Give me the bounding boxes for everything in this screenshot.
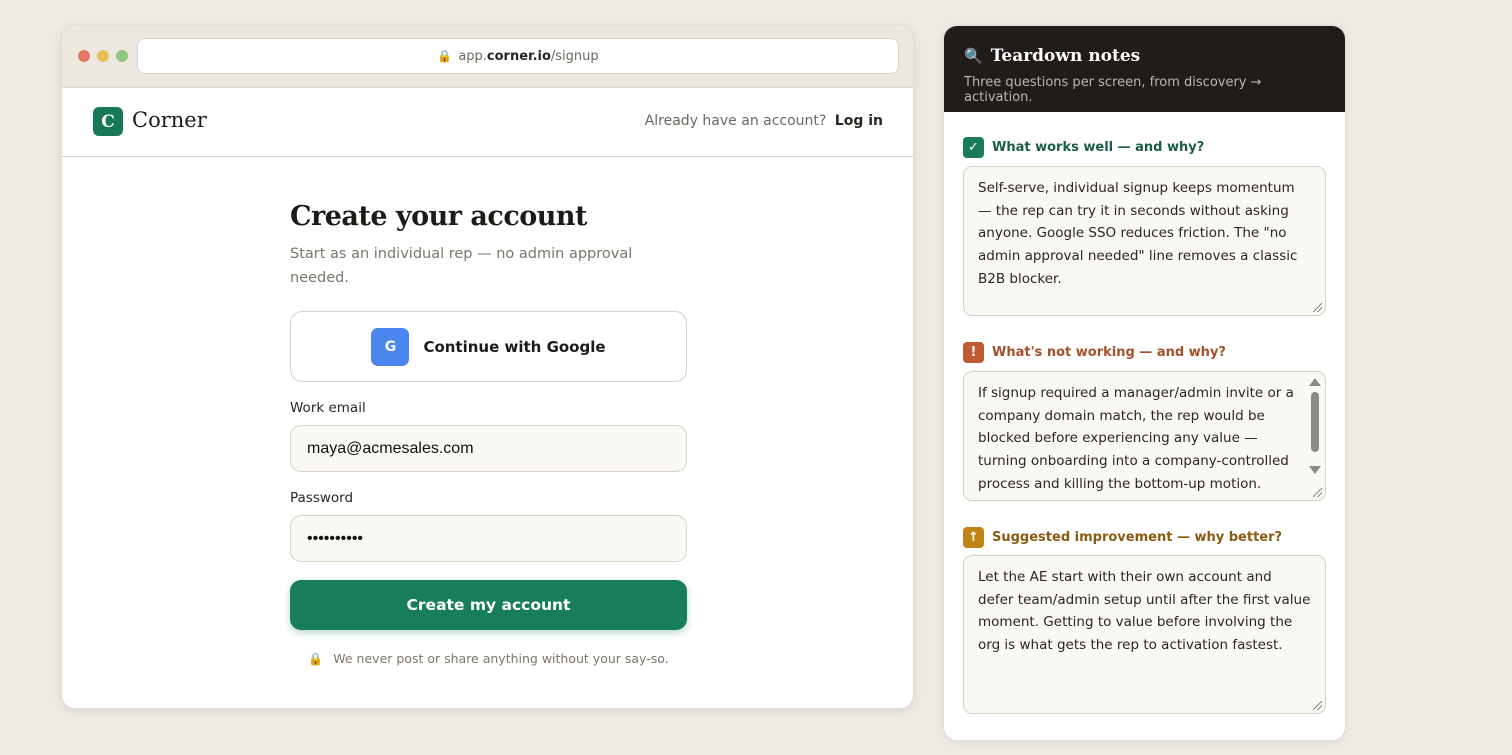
url-path: /signup <box>550 48 599 64</box>
logo-name: Corner <box>132 108 207 132</box>
answer-not-working-textarea[interactable]: If signup required a manager/admin invit… <box>963 371 1326 501</box>
question-improvement: ↑ Suggested improvement — why better? <box>963 527 1282 548</box>
notes-subtitle: Three questions per screen, from discove… <box>964 75 1262 105</box>
notes-title-row: 🔍 Teardown notes <box>964 46 1325 66</box>
magnifier-icon: 🔍 <box>964 47 983 65</box>
answer-text: Let the AE start with their own account … <box>978 569 1311 654</box>
notes-header: 🔍 Teardown notes Three questions per scr… <box>944 26 1345 112</box>
answer-text: If signup required a manager/admin invit… <box>978 385 1294 492</box>
close-window-button[interactable] <box>78 50 90 62</box>
maximize-window-button[interactable] <box>116 50 128 62</box>
question-label: Suggested improvement — why better? <box>992 530 1283 545</box>
resize-handle-icon[interactable] <box>1313 701 1322 710</box>
scrollbar-thumb[interactable] <box>1311 392 1319 452</box>
scroll-down-icon[interactable] <box>1309 466 1321 474</box>
answer-improvement-textarea[interactable]: Let the AE start with their own account … <box>963 555 1326 714</box>
page-subtitle: Start as an individual rep — no admin ap… <box>290 246 633 286</box>
url-prefix: app. <box>458 48 487 64</box>
lock-icon: 🔒 <box>308 652 324 666</box>
lock-icon: 🔒 <box>437 49 453 63</box>
email-field[interactable] <box>290 425 687 472</box>
question-not-working: ! What's not working — and why? <box>963 342 1226 363</box>
privacy-text: We never post or share anything without … <box>333 651 669 666</box>
scrollbar[interactable] <box>1309 378 1321 490</box>
google-signin-button[interactable]: G Continue with Google <box>290 311 687 382</box>
question-label: What's not working — and why? <box>992 345 1226 360</box>
logo-icon: C <box>93 107 123 136</box>
browser-chrome: 🔒 app. corner.io/signup <box>62 26 913 88</box>
app-header: C Corner Already have an account? Log in <box>62 88 913 157</box>
check-icon: ✓ <box>963 137 984 158</box>
resize-handle-icon[interactable] <box>1313 488 1322 497</box>
password-field[interactable] <box>290 515 687 562</box>
url-host: corner.io <box>486 48 551 64</box>
password-label: Password <box>290 490 354 506</box>
arrow-up-icon: ↑ <box>963 527 984 548</box>
resize-handle-icon[interactable] <box>1313 303 1322 312</box>
create-account-button[interactable]: Create my account <box>290 580 687 630</box>
scroll-up-icon[interactable] <box>1309 378 1321 386</box>
answer-text: Self-serve, individual signup keeps mome… <box>978 180 1298 287</box>
google-button-label: Continue with Google <box>423 337 606 356</box>
login-link[interactable]: Log in <box>835 113 883 129</box>
signup-form: Create your account Start as an individu… <box>290 201 687 666</box>
browser-window: 🔒 app. corner.io/signup C Corner Already … <box>61 25 914 709</box>
warning-icon: ! <box>963 342 984 363</box>
google-icon: G <box>371 327 410 366</box>
answer-works-well-textarea[interactable]: Self-serve, individual signup keeps mome… <box>963 166 1326 316</box>
login-prompt: Already have an account? Log in <box>645 113 883 129</box>
email-label: Work email <box>290 400 366 416</box>
minimize-window-button[interactable] <box>97 50 109 62</box>
teardown-notes-panel: 🔍 Teardown notes Three questions per scr… <box>943 25 1346 741</box>
question-works-well: ✓ What works well — and why? <box>963 137 1204 158</box>
question-label: What works well — and why? <box>992 140 1205 155</box>
have-account-text: Already have an account? <box>644 113 827 129</box>
notes-title: Teardown notes <box>990 46 1141 66</box>
address-bar[interactable]: 🔒 app. corner.io/signup <box>137 38 899 74</box>
privacy-note: 🔒 We never post or share anything withou… <box>290 651 687 666</box>
page-title: Create your account <box>290 201 588 232</box>
